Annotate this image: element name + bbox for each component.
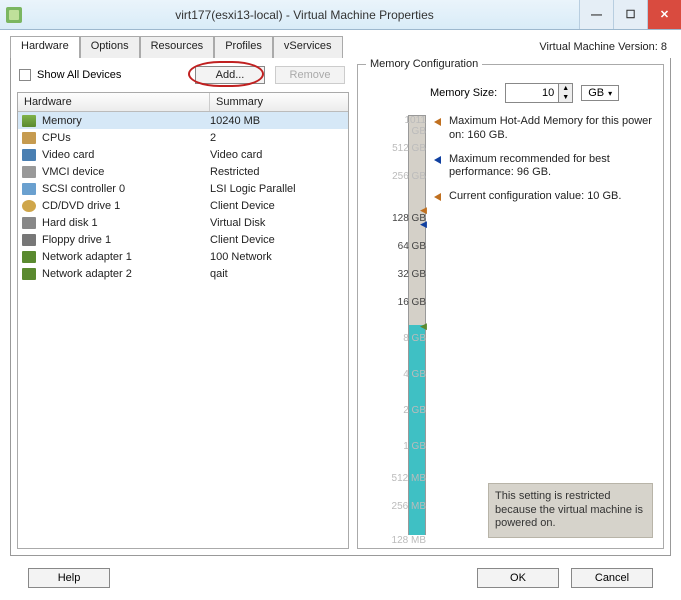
titlebar: virt177(esxi13-local) - Virtual Machine …: [0, 0, 681, 30]
gauge-tick: 32 GB: [390, 269, 426, 280]
gauge-tick: 1 GB: [390, 441, 426, 452]
tab-options[interactable]: Options: [80, 36, 140, 58]
maximize-button[interactable]: ☐: [613, 0, 647, 29]
tab-resources[interactable]: Resources: [140, 36, 215, 58]
tab-vservices[interactable]: vServices: [273, 36, 343, 58]
gauge-tick: 512 MB: [390, 473, 426, 484]
gauge-tick: 128 MB: [390, 535, 426, 546]
tab-profiles[interactable]: Profiles: [214, 36, 273, 58]
net-icon: [22, 251, 36, 263]
net-icon: [22, 268, 36, 280]
memory-size-label: Memory Size:: [430, 87, 497, 99]
col-summary[interactable]: Summary: [210, 93, 269, 111]
marker-best-icon: ◀: [420, 219, 427, 230]
table-row[interactable]: CPUs2: [18, 129, 348, 146]
gauge-tick: 256 MB: [390, 501, 426, 512]
note-best: Maximum recommended for best performance…: [449, 153, 653, 181]
remove-button: Remove: [275, 66, 345, 84]
table-row[interactable]: VMCI deviceRestricted: [18, 163, 348, 180]
gauge-tick: 16 GB: [390, 297, 426, 308]
gauge-tick: 512 GB: [390, 143, 426, 154]
gauge-tick: 4 GB: [390, 369, 426, 380]
memory-unit-select[interactable]: GB: [581, 85, 619, 101]
spin-down-icon[interactable]: ▼: [559, 93, 572, 102]
minimize-button[interactable]: —: [579, 0, 613, 29]
table-row[interactable]: Network adapter 2qait: [18, 265, 348, 282]
app-icon: [6, 7, 22, 23]
spin-up-icon[interactable]: ▲: [559, 84, 572, 93]
memory-size-field[interactable]: [506, 84, 558, 102]
show-all-label: Show All Devices: [37, 69, 121, 81]
triangle-icon: [434, 156, 441, 164]
col-hardware[interactable]: Hardware: [18, 93, 210, 111]
vmci-icon: [22, 166, 36, 178]
scsi-icon: [22, 183, 36, 195]
marker-hotadd-icon: ◀: [420, 205, 427, 216]
gauge-tick: 2 GB: [390, 405, 426, 416]
restriction-warning: This setting is restricted because the v…: [488, 483, 653, 538]
memory-legend: Memory Configuration: [366, 58, 482, 70]
marker-current-icon: ◀: [420, 321, 427, 332]
help-button[interactable]: Help: [28, 568, 110, 588]
note-hotadd: Maximum Hot-Add Memory for this power on…: [449, 115, 653, 143]
tab-hardware[interactable]: Hardware: [10, 36, 80, 58]
hardware-table: Hardware Summary Memory10240 MBCPUs2Vide…: [17, 92, 349, 549]
fd-icon: [22, 234, 36, 246]
memory-gauge[interactable]: 1011 GB512 GB256 GB128 GB64 GB32 GB16 GB…: [368, 115, 426, 535]
add-button[interactable]: Add...: [195, 66, 265, 84]
vm-version: Virtual Machine Version: 8: [539, 41, 671, 53]
close-button[interactable]: ✕: [647, 0, 681, 29]
show-all-checkbox[interactable]: [19, 69, 31, 81]
triangle-icon: [434, 193, 441, 201]
cancel-button[interactable]: Cancel: [571, 568, 653, 588]
tab-strip: HardwareOptionsResourcesProfilesvService…: [10, 36, 671, 58]
mem-icon: [22, 115, 36, 127]
triangle-icon: [434, 118, 441, 126]
gauge-tick: 64 GB: [390, 241, 426, 252]
window-title: virt177(esxi13-local) - Virtual Machine …: [30, 8, 579, 22]
cd-icon: [22, 200, 36, 212]
table-row[interactable]: Hard disk 1Virtual Disk: [18, 214, 348, 231]
memory-config-panel: Memory Configuration Memory Size: ▲▼ GB …: [357, 64, 664, 549]
note-current: Current configuration value: 10 GB.: [449, 190, 621, 204]
hd-icon: [22, 217, 36, 229]
vid-icon: [22, 149, 36, 161]
table-row[interactable]: Memory10240 MB: [18, 112, 348, 129]
table-row[interactable]: SCSI controller 0LSI Logic Parallel: [18, 180, 348, 197]
table-row[interactable]: CD/DVD drive 1Client Device: [18, 197, 348, 214]
gauge-tick: 8 GB: [390, 333, 426, 344]
table-row[interactable]: Network adapter 1100 Network: [18, 248, 348, 265]
cpu-icon: [22, 132, 36, 144]
table-row[interactable]: Floppy drive 1Client Device: [18, 231, 348, 248]
gauge-tick: 256 GB: [390, 171, 426, 182]
ok-button[interactable]: OK: [477, 568, 559, 588]
table-row[interactable]: Video cardVideo card: [18, 146, 348, 163]
gauge-tick: 1011 GB: [390, 115, 426, 137]
memory-size-input[interactable]: ▲▼: [505, 83, 573, 103]
